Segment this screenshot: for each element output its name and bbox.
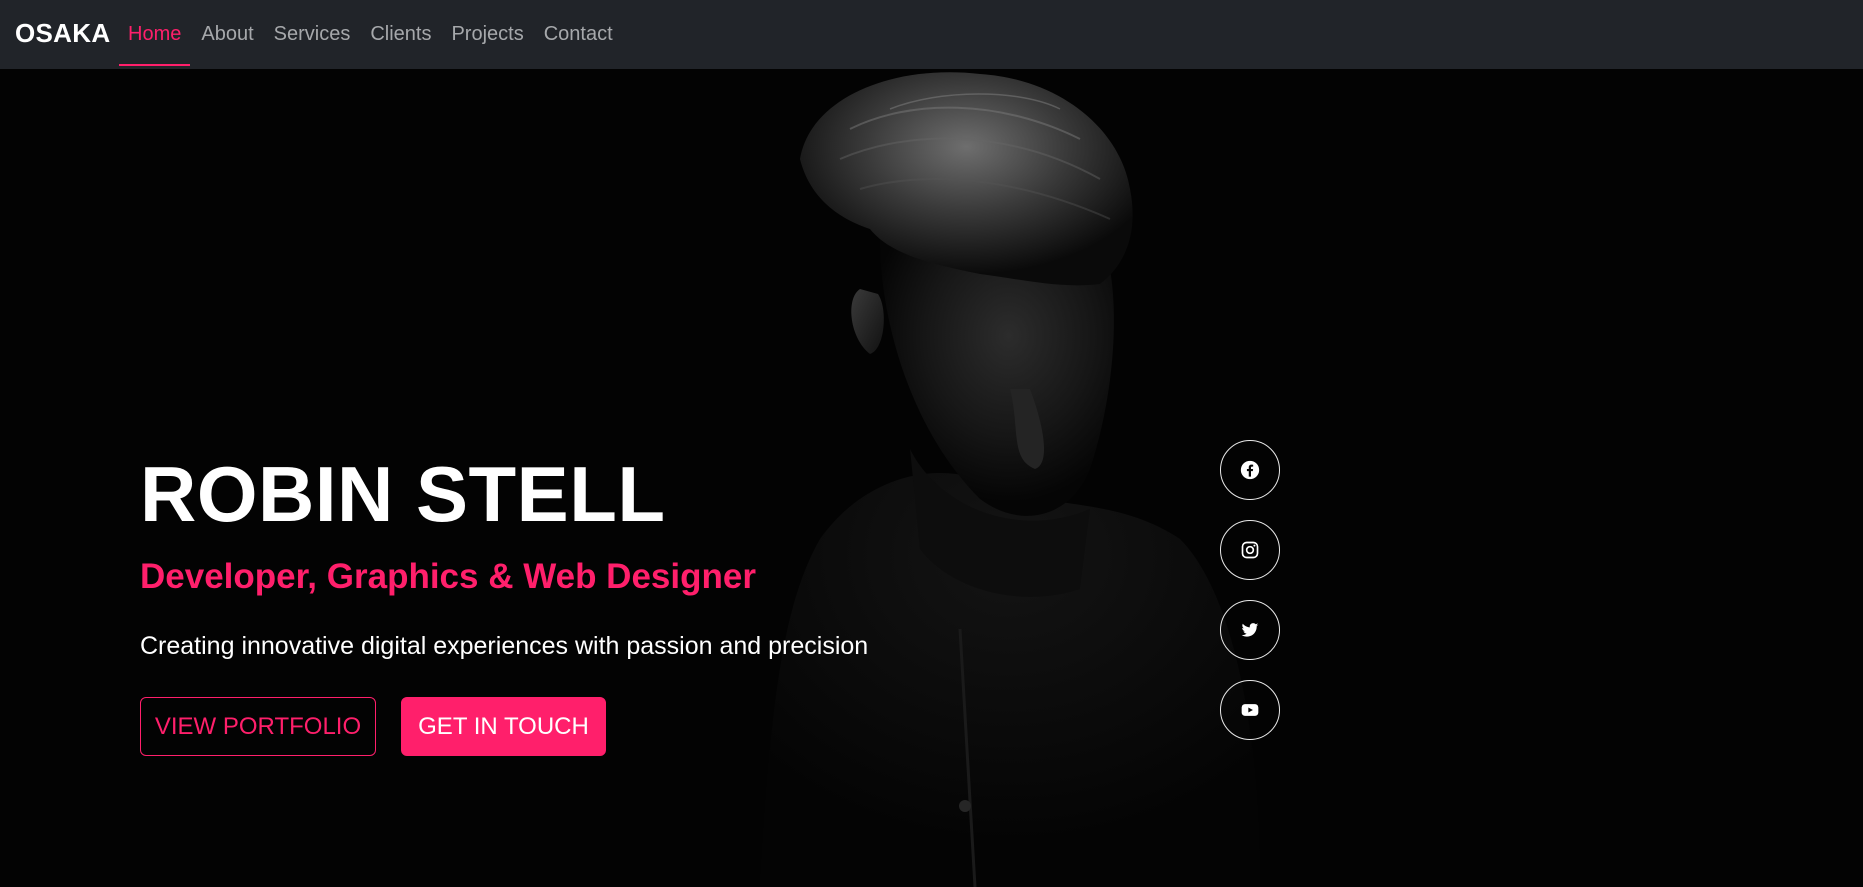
hero-name: ROBIN STELL [140, 450, 666, 538]
hero-portrait-image [760, 72, 1260, 887]
youtube-link[interactable] [1220, 680, 1280, 740]
nav-link-services[interactable]: Services [264, 0, 361, 69]
hero-section: ROBIN STELL Developer, Graphics & Web De… [0, 69, 1863, 887]
nav-link-clients[interactable]: Clients [360, 0, 441, 69]
nav-link-label: Home [128, 23, 182, 45]
nav-link-label: Contact [543, 23, 613, 45]
navbar: OSAKA Home About Services Clients Projec… [0, 0, 1863, 69]
nav-link-about[interactable]: About [191, 0, 263, 69]
instagram-icon [1241, 541, 1259, 559]
twitter-icon [1241, 623, 1259, 637]
hero-role: Developer, Graphics & Web Designer [140, 557, 756, 596]
nav-link-label: Clients [370, 23, 432, 45]
youtube-icon [1241, 704, 1259, 716]
twitter-link[interactable] [1220, 600, 1280, 660]
nav-links: Home About Services Clients Projects Con… [118, 0, 623, 69]
nav-link-home[interactable]: Home [118, 0, 191, 69]
brand-logo[interactable]: OSAKA [15, 18, 110, 49]
nav-link-contact[interactable]: Contact [534, 0, 623, 69]
nav-link-projects[interactable]: Projects [441, 0, 533, 69]
active-underline [119, 64, 191, 66]
view-portfolio-button[interactable]: VIEW PORTFOLIO [140, 697, 376, 756]
nav-link-label: Projects [451, 23, 524, 45]
nav-link-label: Services [273, 23, 351, 45]
hero-tagline: Creating innovative digital experiences … [140, 632, 869, 660]
get-in-touch-button[interactable]: GET IN TOUCH [401, 697, 606, 756]
nav-link-label: About [201, 23, 254, 45]
facebook-icon [1240, 460, 1260, 480]
facebook-link[interactable] [1220, 440, 1280, 500]
instagram-link[interactable] [1220, 520, 1280, 580]
